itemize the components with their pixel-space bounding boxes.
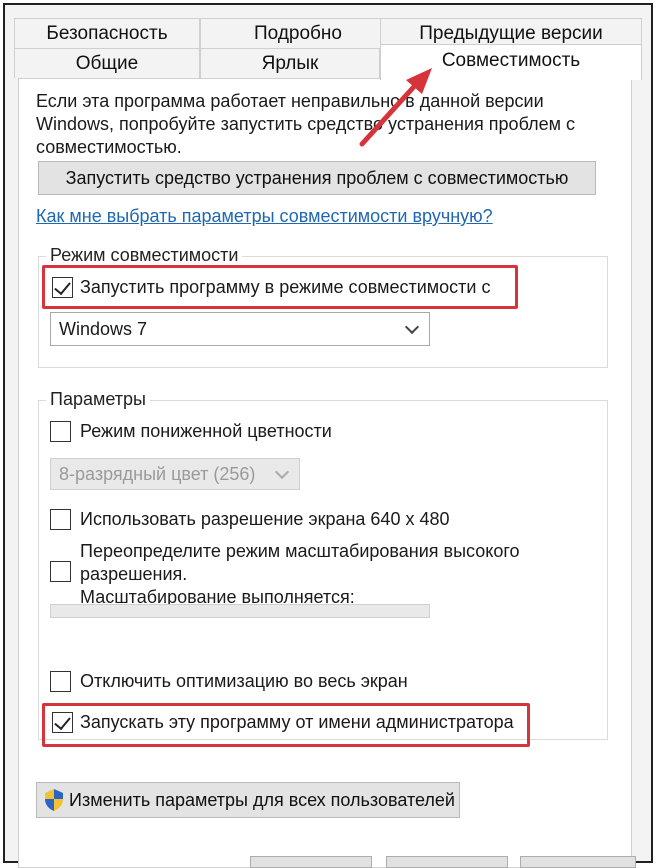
manual-settings-link[interactable]: Как мне выбрать параметры совместимости … — [36, 206, 493, 227]
change-all-users-label: Изменить параметры для всех пользователе… — [69, 789, 455, 810]
resolution-label: Использовать разрешение экрана 640 x 480 — [80, 509, 450, 529]
cancel-button[interactable] — [386, 856, 508, 868]
resolution-checkbox[interactable] — [50, 509, 71, 530]
dpi-label-line-1: Переопределите режим масштабирования выс… — [80, 541, 520, 561]
tab-details[interactable]: Подробно — [200, 18, 396, 48]
color-depth-value: 8-разрядный цвет (256) — [59, 463, 256, 484]
chevron-down-icon — [404, 319, 420, 335]
reduced-color-checkbox[interactable] — [50, 421, 71, 442]
description-line-2: Windows, попробуйте запустить средство у… — [36, 114, 575, 134]
color-depth-select[interactable]: 8-разрядный цвет (256) — [50, 458, 300, 490]
run-troubleshooter-button[interactable]: Запустить средство устранения проблем с … — [38, 161, 596, 195]
reduced-color-label: Режим пониженной цветности — [80, 421, 332, 441]
dpi-mode-select[interactable] — [50, 604, 430, 618]
tab-security[interactable]: Безопасность — [14, 18, 200, 48]
dpi-override-checkbox[interactable] — [50, 561, 71, 582]
description-line-3: совместимостью. — [36, 137, 182, 157]
dpi-label-line-2: разрешения. — [80, 564, 188, 584]
arrow-annotation-icon — [359, 68, 432, 147]
compat-mode-legend: Режим совместимости — [46, 245, 243, 266]
os-version-select[interactable]: Windows 7 — [50, 312, 430, 346]
fullscreen-opt-checkbox[interactable] — [50, 671, 71, 692]
change-all-users-button[interactable]: Изменить параметры для всех пользователе… — [36, 782, 460, 818]
apply-button[interactable] — [520, 856, 636, 868]
tab-general[interactable]: Общие — [14, 48, 200, 78]
highlight-compat-mode — [42, 265, 518, 309]
highlight-run-as-admin — [42, 703, 530, 747]
uac-shield-icon — [45, 789, 63, 811]
ok-button[interactable] — [250, 856, 372, 868]
chevron-down-icon — [274, 464, 290, 480]
fullscreen-opt-label: Отключить оптимизацию во весь экран — [80, 671, 408, 691]
os-version-value: Windows 7 — [59, 318, 148, 339]
settings-legend: Параметры — [46, 389, 150, 410]
description-line-1: Если эта программа работает неправильно … — [36, 91, 544, 111]
